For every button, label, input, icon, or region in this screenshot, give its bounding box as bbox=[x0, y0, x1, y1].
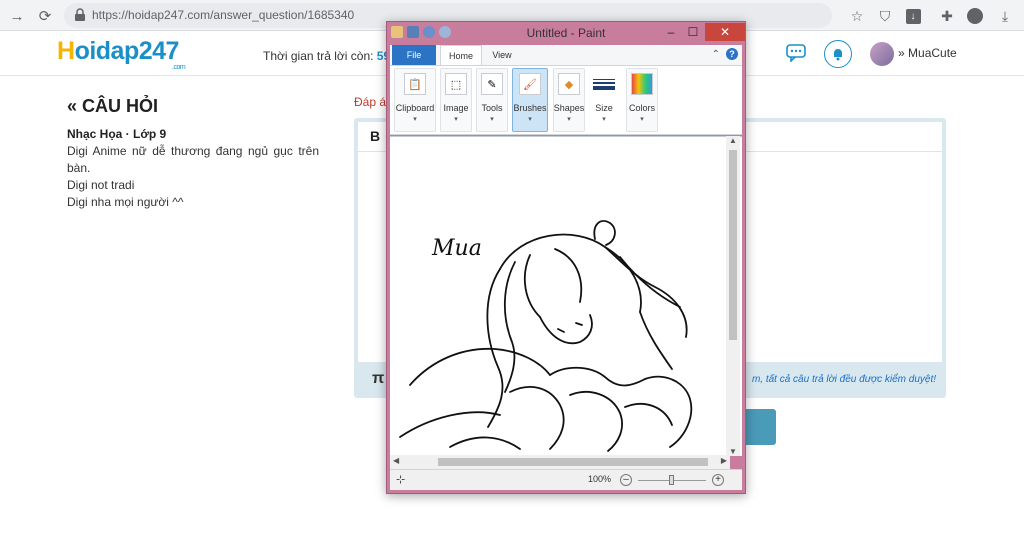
ribbon-group-colors[interactable]: Colors ▾ bbox=[626, 68, 658, 132]
dropdown-arrow-icon: ▾ bbox=[454, 116, 458, 123]
paint-titlebar[interactable]: Untitled - Paint – ☐ ✕ bbox=[387, 22, 745, 45]
scroll-down-icon[interactable]: ▼ bbox=[729, 447, 737, 456]
signature-text: Mua bbox=[431, 236, 482, 261]
horizontal-scrollbar[interactable]: ◀ ▶ bbox=[390, 455, 730, 469]
maximize-icon[interactable]: ☐ bbox=[683, 23, 703, 41]
site-logo[interactable]: Hoidap247 .com bbox=[57, 37, 186, 71]
answer-label: Đáp á bbox=[354, 95, 387, 109]
tab-home[interactable]: Home bbox=[440, 45, 482, 65]
reload-icon[interactable]: ⟳ bbox=[34, 5, 56, 27]
dropdown-arrow-icon: ▾ bbox=[490, 116, 494, 123]
question-line: Digi Anime nữ dễ thương đang ngủ gục trê… bbox=[67, 144, 319, 175]
sketch-drawing: Mua bbox=[399, 220, 693, 452]
bold-button[interactable]: B bbox=[370, 128, 380, 144]
vertical-scrollbar[interactable]: ▲ ▼ bbox=[726, 136, 740, 456]
notification-bell-icon[interactable] bbox=[824, 40, 852, 68]
user-menu[interactable]: » MuaCute bbox=[898, 46, 957, 60]
paint-statusbar: ⊹ 100% – + bbox=[390, 469, 742, 490]
shield-icon[interactable]: ⛉ bbox=[874, 5, 896, 27]
profile-icon[interactable] bbox=[964, 5, 986, 27]
scroll-thumb[interactable] bbox=[729, 150, 737, 340]
zoom-level: 100% bbox=[588, 474, 612, 484]
dropdown-arrow-icon: ▾ bbox=[567, 116, 571, 123]
back-arrow-icon[interactable]: « bbox=[67, 96, 77, 116]
ribbon-collapse-icon[interactable]: ⌃ bbox=[712, 49, 720, 60]
ribbon-group-size[interactable]: Size ▾ bbox=[588, 68, 620, 132]
formula-button[interactable]: π bbox=[372, 370, 384, 388]
minimize-icon[interactable]: – bbox=[661, 23, 681, 41]
clipboard-icon: 📋 bbox=[404, 73, 426, 95]
scroll-left-icon[interactable]: ◀ bbox=[393, 456, 399, 465]
tab-file[interactable]: File bbox=[392, 45, 436, 65]
scroll-up-icon[interactable]: ▲ bbox=[729, 136, 737, 145]
close-icon[interactable]: ✕ bbox=[705, 23, 745, 41]
dropdown-arrow-icon: ▾ bbox=[413, 116, 417, 123]
line-size-icon bbox=[593, 73, 615, 95]
palette-icon bbox=[631, 73, 653, 95]
dropdown-arrow-icon: ▾ bbox=[602, 116, 606, 123]
scroll-thumb[interactable] bbox=[438, 458, 708, 466]
ribbon-group-brushes[interactable]: 🖌 Brushes ▾ bbox=[512, 68, 548, 132]
question-line: Digi not tradi bbox=[67, 178, 135, 192]
select-icon: ⬚ bbox=[445, 73, 467, 95]
ribbon: 📋 Clipboard ▾ ⬚ Image ▾ ✎ Tools ▾ 🖌 Brushes… bbox=[390, 65, 742, 135]
question-title: « CÂU HỎI bbox=[67, 96, 159, 116]
cursor-position-icon: ⊹ bbox=[396, 474, 406, 486]
brush-icon: 🖌 bbox=[519, 73, 541, 95]
lock-icon bbox=[75, 8, 85, 21]
url-text: https://hoidap247.com/answer_question/16… bbox=[92, 8, 355, 22]
zoom-in-icon[interactable]: + bbox=[712, 474, 724, 486]
ribbon-group-tools[interactable]: ✎ Tools ▾ bbox=[476, 68, 508, 132]
ribbon-group-clipboard[interactable]: 📋 Clipboard ▾ bbox=[394, 68, 436, 132]
zoom-out-icon[interactable]: – bbox=[620, 474, 632, 486]
tools-icon: ✎ bbox=[481, 73, 503, 95]
extension-download-icon[interactable]: ↓ bbox=[902, 5, 924, 27]
shapes-icon: ◆ bbox=[558, 73, 580, 95]
tab-view[interactable]: View bbox=[484, 45, 520, 65]
username: MuaCute bbox=[908, 46, 957, 60]
dropdown-arrow-icon: ▾ bbox=[528, 116, 532, 123]
help-icon[interactable]: ? bbox=[726, 48, 738, 60]
avatar[interactable] bbox=[870, 42, 894, 66]
question-body: Digi Anime nữ dễ thương đang ngủ gục trê… bbox=[67, 143, 319, 211]
zoom-slider-knob[interactable] bbox=[669, 475, 674, 485]
ribbon-group-image[interactable]: ⬚ Image ▾ bbox=[440, 68, 472, 132]
ribbon-group-shapes[interactable]: ◆ Shapes ▾ bbox=[553, 68, 585, 132]
back-icon[interactable]: → bbox=[6, 5, 28, 27]
dropdown-arrow-icon: ▾ bbox=[640, 116, 644, 123]
answer-timer: Thời gian trả lời còn: 59 bbox=[263, 49, 391, 63]
bookmark-star-icon[interactable]: ☆ bbox=[846, 5, 868, 27]
paint-canvas[interactable]: Mua bbox=[390, 136, 742, 456]
question-subject: Nhạc Họa · Lớp 9 bbox=[67, 127, 167, 141]
download-icon[interactable]: ⤓ bbox=[994, 5, 1016, 27]
ribbon-tabs: File Home View ⌃ ? bbox=[390, 45, 742, 65]
moderation-note: m, tất cả câu trả lời đều được kiểm duyệ… bbox=[751, 374, 936, 385]
scroll-right-icon[interactable]: ▶ bbox=[721, 456, 727, 465]
zoom-slider[interactable] bbox=[638, 475, 706, 485]
chat-icon[interactable] bbox=[786, 44, 806, 62]
puzzle-icon[interactable]: ✚ bbox=[936, 5, 958, 27]
question-line: Digi nha mọi người ^^ bbox=[67, 195, 184, 209]
chevron-down-icon: » bbox=[898, 46, 905, 60]
paint-window: Untitled - Paint – ☐ ✕ File Home View ⌃ … bbox=[386, 21, 746, 494]
